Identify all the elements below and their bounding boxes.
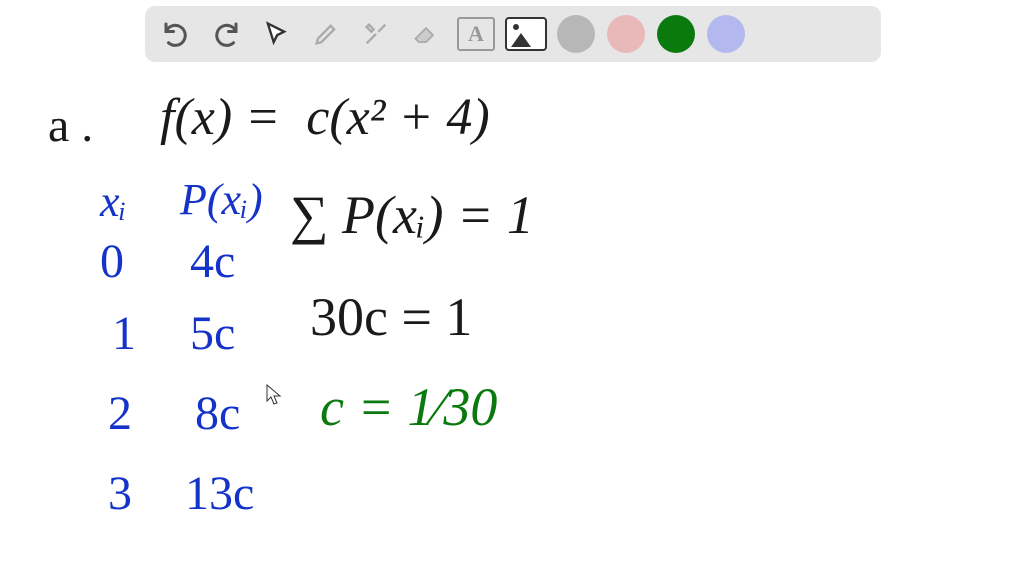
eraser-icon [411, 20, 441, 48]
table-header-pxi: P(xᵢ) [180, 178, 263, 222]
undo-button[interactable] [153, 11, 199, 57]
row0-x: 0 [100, 238, 124, 286]
row1-x: 1 [112, 310, 136, 358]
cursor-icon [262, 20, 290, 48]
part-label: a . [48, 102, 93, 150]
row3-p: 13c [185, 470, 254, 518]
pen-tool[interactable] [303, 11, 349, 57]
undo-icon [161, 19, 191, 49]
tools-button[interactable] [353, 11, 399, 57]
swatch-lavender [707, 15, 745, 53]
whiteboard-canvas[interactable]: a . f(x) = c(x² + 4) xᵢ P(xᵢ) 0 4c 1 5c … [0, 70, 1024, 576]
color-pink[interactable] [603, 11, 649, 57]
thirty-c-equation: 30c = 1 [310, 290, 472, 344]
sum-equation: ∑ P(xᵢ) = 1 [290, 188, 534, 242]
canvas-cursor-icon [266, 384, 282, 406]
swatch-green [657, 15, 695, 53]
color-green[interactable] [653, 11, 699, 57]
text-tool[interactable]: A [453, 11, 499, 57]
toolbar: A [145, 6, 881, 62]
c-solution: c = 1⁄30 [320, 380, 497, 434]
image-tool[interactable] [503, 11, 549, 57]
swatch-pink [607, 15, 645, 53]
redo-button[interactable] [203, 11, 249, 57]
row0-p: 4c [190, 238, 235, 286]
eraser-tool[interactable] [403, 11, 449, 57]
pen-icon [312, 20, 340, 48]
row2-p: 8c [195, 390, 240, 438]
text-icon: A [457, 17, 495, 51]
row1-p: 5c [190, 310, 235, 358]
tools-icon [362, 20, 390, 48]
row3-x: 3 [108, 470, 132, 518]
row2-x: 2 [108, 390, 132, 438]
color-lavender[interactable] [703, 11, 749, 57]
swatch-gray [557, 15, 595, 53]
select-tool[interactable] [253, 11, 299, 57]
equation-fx: f(x) = c(x² + 4) [160, 92, 490, 144]
color-gray[interactable] [553, 11, 599, 57]
table-header-xi: xᵢ [100, 180, 127, 224]
redo-icon [211, 19, 241, 49]
image-icon [505, 17, 547, 51]
